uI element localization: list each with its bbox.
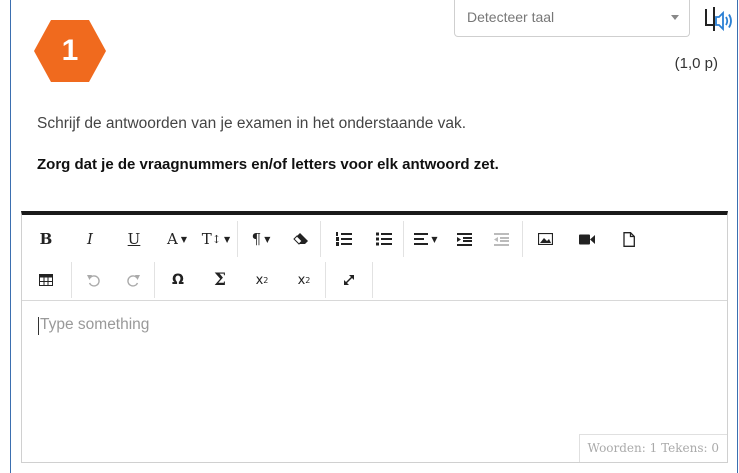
font-color-button[interactable]: A ▼ <box>158 219 196 259</box>
unordered-list-button[interactable] <box>366 219 402 259</box>
word-count: Woorden: 1 Tekens: 0 <box>578 434 727 462</box>
underline-label: U <box>127 230 141 248</box>
question-points: (1,0 p) <box>674 55 718 72</box>
toolbar-separator <box>325 262 326 298</box>
language-select[interactable]: Detecteer taal <box>454 0 690 37</box>
toolbar-row-1: B I U A ▼ T ↕ ▼ ¶ ▼ ▼ <box>22 219 650 259</box>
subscript-button[interactable]: x2 <box>240 260 284 300</box>
answer-editor: B I U A ▼ T ↕ ▼ ¶ ▼ ▼ Ω Σ x 2 x 2 Type s… <box>21 211 728 463</box>
image-icon <box>537 233 553 245</box>
speaker-icon <box>705 7 732 32</box>
formula-button[interactable]: Σ <box>200 260 240 300</box>
ordered-list-button[interactable] <box>322 219 366 259</box>
toolbar-separator <box>522 221 523 257</box>
file-icon <box>623 231 635 247</box>
video-camera-icon <box>579 234 595 244</box>
underline-button[interactable]: U <box>110 219 158 259</box>
outdent-button[interactable] <box>481 219 521 259</box>
insert-table-button[interactable] <box>22 260 70 300</box>
instruction-emphasis: Zorg dat je de vraagnummers en/of letter… <box>37 156 499 173</box>
undo-button[interactable] <box>73 260 113 300</box>
toolbar-separator <box>372 262 373 298</box>
insert-image-button[interactable] <box>524 219 566 259</box>
clear-formatting-button[interactable] <box>283 219 319 259</box>
outdent-icon <box>493 232 509 246</box>
italic-button[interactable]: I <box>70 219 110 259</box>
subscript-mark: 2 <box>263 275 269 285</box>
subscript-base: x <box>255 272 264 288</box>
indent-button[interactable] <box>447 219 481 259</box>
bold-label: B <box>39 230 53 248</box>
caret-down-icon: ▼ <box>224 234 231 244</box>
caret-down-icon: ▼ <box>180 234 187 244</box>
font-size-button[interactable]: T ↕ ▼ <box>196 219 236 259</box>
redo-icon <box>126 274 140 287</box>
question-number-badge: 1 <box>33 18 107 84</box>
editor-placeholder: Type something <box>38 316 711 335</box>
text-height-icon: ↕ <box>211 232 222 246</box>
text-cursor <box>38 317 39 335</box>
read-aloud-button[interactable] <box>702 3 734 35</box>
editor-toolbar: B I U A ▼ T ↕ ▼ ¶ ▼ ▼ Ω Σ x 2 x 2 <box>22 215 727 301</box>
toolbar-separator <box>154 262 155 298</box>
toolbar-separator <box>320 221 321 257</box>
fullscreen-button[interactable] <box>327 260 371 300</box>
insert-file-button[interactable] <box>608 219 650 259</box>
font-color-label: A <box>167 230 178 248</box>
superscript-mark: 2 <box>305 275 311 285</box>
bold-button[interactable]: B <box>22 219 70 259</box>
toolbar-separator <box>71 262 72 298</box>
omega-icon: Ω <box>172 272 184 288</box>
paragraph-format-button[interactable]: ¶ ▼ <box>239 219 283 259</box>
placeholder-text: Type something <box>40 316 150 333</box>
superscript-button[interactable]: x2 <box>284 260 324 300</box>
table-icon <box>39 274 53 286</box>
align-button[interactable]: ▼ <box>405 219 447 259</box>
language-select-value: Detecteer taal <box>467 9 555 25</box>
font-size-label: T <box>201 230 212 248</box>
unordered-list-icon <box>376 232 392 246</box>
superscript-base: x <box>297 272 306 288</box>
paragraph-label: ¶ <box>251 230 262 248</box>
caret-down-icon: ▼ <box>431 234 438 244</box>
expand-icon <box>344 275 354 285</box>
redo-button[interactable] <box>113 260 153 300</box>
align-left-icon <box>414 233 429 245</box>
toolbar-row-2: Ω Σ x2 x2 <box>22 260 374 300</box>
ordered-list-icon <box>336 232 352 246</box>
italic-label: I <box>87 230 93 248</box>
sigma-icon: Σ <box>213 270 227 290</box>
eraser-icon <box>293 233 308 245</box>
insert-video-button[interactable] <box>566 219 608 259</box>
toolbar-separator <box>403 221 404 257</box>
toolbar-separator <box>237 221 238 257</box>
special-character-button[interactable]: Ω <box>156 260 200 300</box>
undo-icon <box>86 274 100 287</box>
indent-icon <box>456 232 472 246</box>
caret-down-icon: ▼ <box>264 234 271 244</box>
instruction-text: Schrijf de antwoorden van je examen in h… <box>37 115 467 132</box>
question-number: 1 <box>61 34 79 67</box>
chevron-down-icon <box>671 15 679 20</box>
